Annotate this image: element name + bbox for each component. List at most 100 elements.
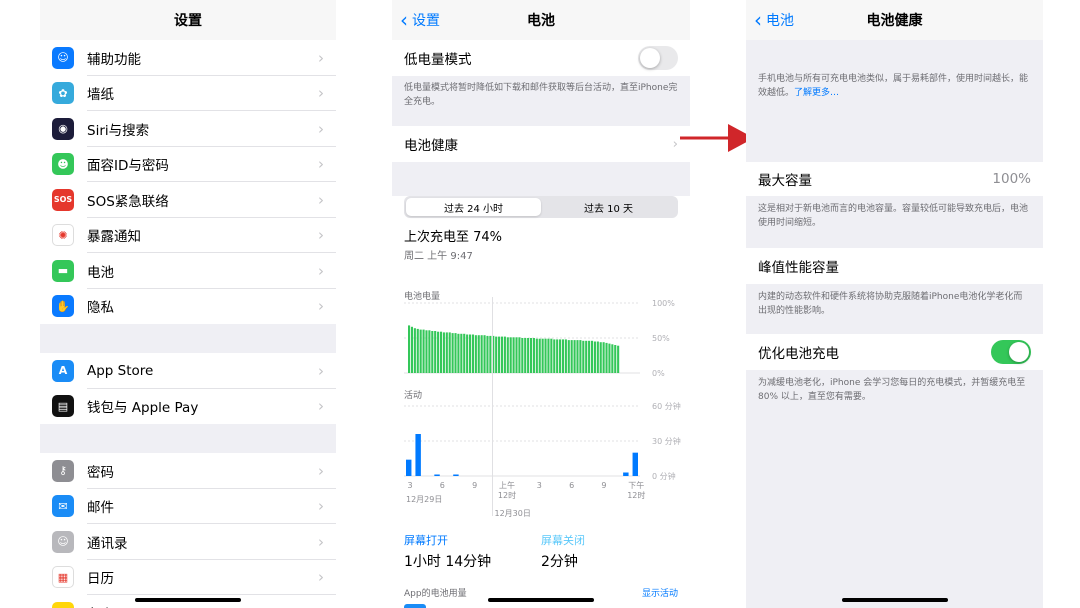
screen-on-label: 屏幕打开 bbox=[404, 534, 448, 547]
settings-row[interactable]: ▤ 钱包与 Apple Pay › bbox=[40, 389, 336, 425]
level-chart-label: 电池电量 bbox=[404, 290, 440, 302]
battery-level-bar bbox=[416, 328, 419, 373]
x-tick-label: 3 bbox=[537, 481, 542, 490]
optimize-charging-note: 为减缓电池老化，iPhone 会学习您每日的充电模式，并暂缓充电至 80% 以上… bbox=[758, 378, 1026, 402]
battery-level-bar bbox=[588, 340, 591, 373]
settings-row-label: 日历 bbox=[87, 571, 114, 588]
home-indicator[interactable] bbox=[488, 598, 594, 602]
battery-charts: 电池电量100%50%0%活动60 分钟30 分钟0 分钟3 6 9 上午12时3 6 9… bbox=[404, 290, 681, 518]
chevron-right-icon: › bbox=[318, 297, 324, 316]
battery-level-bar bbox=[541, 338, 544, 373]
battery-level-bar bbox=[410, 326, 414, 373]
battery-level-bar bbox=[408, 325, 411, 373]
low-power-toggle[interactable] bbox=[638, 46, 678, 70]
battery-level-bar bbox=[596, 341, 599, 373]
battery-level-bar bbox=[445, 332, 448, 373]
settings-list: ☺ 辅助功能 › ✿ 墙纸 › ◉ Siri与搜索 › ☻ 面容ID与密码 › SOS SOS紧急联络 › ✺… bbox=[40, 40, 336, 608]
wallpaper-icon: ✿ bbox=[52, 82, 74, 105]
screen-off-label: 屏幕关闭 bbox=[541, 534, 585, 547]
settings-row-label: 通讯录 bbox=[87, 535, 128, 552]
activity-bar bbox=[623, 472, 629, 476]
tab-24h[interactable]: 过去 24 小时 bbox=[406, 198, 541, 216]
chevron-right-icon: › bbox=[318, 397, 324, 416]
chevron-right-icon: › bbox=[318, 48, 324, 67]
battery-level-bar bbox=[480, 335, 483, 373]
settings-row[interactable]: ☺ 辅助功能 › bbox=[40, 40, 336, 76]
battery-level-bar bbox=[553, 339, 556, 373]
peak-performance-row: 峰值性能容量 bbox=[746, 248, 1043, 284]
battery-level-bar bbox=[614, 345, 617, 373]
tab-10d[interactable]: 过去 10 天 bbox=[541, 198, 676, 216]
battery-level-bar bbox=[495, 336, 498, 373]
settings-row[interactable]: A App Store › bbox=[40, 353, 336, 389]
x-tick-label: 12时 bbox=[498, 490, 516, 500]
settings-row[interactable]: ⚷ 密码 › bbox=[40, 453, 336, 489]
settings-row[interactable]: ✉ 邮件 › bbox=[40, 489, 336, 525]
back-to-battery-button[interactable]: ‹ 电池 bbox=[754, 0, 794, 40]
settings-row-label: 面容ID与密码 bbox=[87, 158, 169, 175]
back-label: 电池 bbox=[766, 13, 794, 29]
battery-level-bar bbox=[439, 331, 443, 373]
settings-navbar: 设置 bbox=[40, 0, 336, 40]
settings-row[interactable]: ✺ 暴露通知 › bbox=[40, 218, 336, 254]
battery-level-bar bbox=[527, 338, 530, 373]
screen-on-value: 1小时 14分钟 bbox=[404, 554, 492, 570]
battery-level-bar bbox=[419, 329, 422, 373]
settings-row[interactable]: ✋ 隐私 › bbox=[40, 289, 336, 325]
y-tick-label: 50% bbox=[652, 334, 670, 343]
show-activity-link[interactable]: 显示活动 bbox=[642, 586, 678, 599]
battery-level-bar bbox=[599, 342, 602, 373]
settings-row[interactable]: SOS SOS紧急联络 › bbox=[40, 182, 336, 218]
battery-level-bar bbox=[544, 338, 547, 373]
battery-level-bar bbox=[486, 335, 489, 373]
optimize-charging-toggle[interactable] bbox=[991, 340, 1031, 364]
learn-more-link[interactable]: 了解更多… bbox=[794, 88, 839, 98]
battery-health-row[interactable]: 电池健康 › bbox=[392, 126, 690, 162]
settings-group: ⚷密码›✉邮件›☺通讯录›▦日历›≡备忘录› bbox=[40, 453, 336, 608]
battery-level-bar bbox=[518, 337, 521, 373]
battery-level-bar bbox=[451, 333, 454, 373]
battery-level-bar bbox=[521, 338, 524, 373]
home-indicator[interactable] bbox=[842, 598, 948, 602]
notes-icon: ≡ bbox=[52, 601, 74, 608]
y-tick-label: 60 分钟 bbox=[652, 401, 681, 411]
battery-level-bar bbox=[442, 332, 445, 373]
battery-level-bar bbox=[500, 336, 504, 373]
battery-level-bar bbox=[576, 340, 579, 373]
battery-level-bar bbox=[448, 332, 451, 373]
settings-title: 设置 bbox=[174, 13, 202, 29]
home-indicator[interactable] bbox=[135, 598, 241, 602]
chevron-right-icon: › bbox=[318, 226, 324, 245]
settings-row-label: 钱包与 Apple Pay bbox=[87, 400, 199, 417]
privacy-hand-icon: ✋ bbox=[52, 295, 74, 318]
battery-health-screen: ‹ 电池 电池健康 手机电池与所有可充电电池类似，属于易耗部件，使用时间越长，能效… bbox=[746, 0, 1043, 608]
screen-off-value: 2分钟 bbox=[541, 554, 578, 570]
activity-bar bbox=[453, 474, 459, 476]
back-to-settings-button[interactable]: ‹ 设置 bbox=[400, 0, 440, 40]
battery-level-bar bbox=[559, 339, 562, 373]
settings-row[interactable]: ▦ 日历 › bbox=[40, 560, 336, 596]
chevron-right-icon: › bbox=[318, 84, 324, 103]
x-tick-label: 6 bbox=[440, 481, 445, 490]
app-icon bbox=[404, 604, 426, 608]
battery-level-bar bbox=[605, 342, 608, 373]
settings-row[interactable]: ◉ Siri与搜索 › bbox=[40, 111, 336, 147]
battery-level-bar bbox=[550, 338, 553, 373]
battery-level-bar bbox=[434, 331, 437, 373]
activity-bar bbox=[632, 452, 638, 476]
y-tick-label: 30 分钟 bbox=[652, 436, 681, 446]
x-tick-label: 3 bbox=[407, 481, 412, 490]
battery-level-bar bbox=[477, 335, 480, 373]
battery-level-bar bbox=[535, 338, 538, 373]
battery-level-bar bbox=[506, 337, 509, 373]
x-tick-label: 下午 bbox=[628, 480, 644, 490]
battery-level-bar bbox=[437, 331, 440, 373]
settings-row[interactable]: ☺ 通讯录 › bbox=[40, 524, 336, 560]
activity-bar bbox=[406, 459, 412, 476]
battery-level-bar bbox=[532, 338, 535, 373]
toggle-knob bbox=[640, 48, 660, 68]
settings-row[interactable]: ▬ 电池 › bbox=[40, 253, 336, 289]
settings-row[interactable]: ✿ 墙纸 › bbox=[40, 76, 336, 112]
settings-row-label: Siri与搜索 bbox=[87, 122, 150, 139]
settings-row[interactable]: ☻ 面容ID与密码 › bbox=[40, 147, 336, 183]
